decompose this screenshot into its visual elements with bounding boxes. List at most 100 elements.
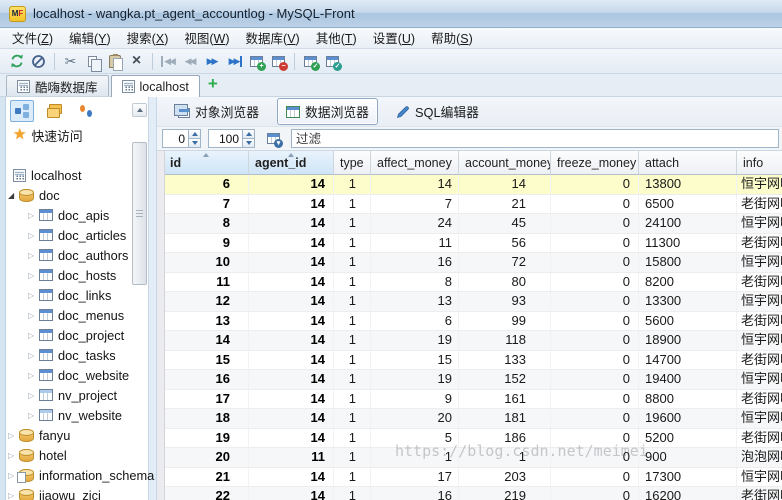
- cell-type[interactable]: 1: [334, 175, 371, 194]
- cell-freeze_money[interactable]: 0: [551, 175, 639, 194]
- cell-type[interactable]: 1: [334, 273, 371, 292]
- cell-affect_money[interactable]: 7: [371, 195, 459, 214]
- cell-freeze_money[interactable]: 0: [551, 273, 639, 292]
- copy-button[interactable]: [82, 51, 103, 72]
- cell-affect_money[interactable]: 11: [371, 234, 459, 253]
- cell-freeze_money[interactable]: 0: [551, 390, 639, 409]
- menu-item-8[interactable]: 帮助(S): [423, 26, 481, 50]
- cell-id[interactable]: 20: [164, 448, 249, 467]
- post-record-button[interactable]: ✓: [300, 51, 321, 72]
- cell-type[interactable]: 1: [334, 429, 371, 448]
- delete-button[interactable]: ×: [126, 51, 147, 72]
- offset-up-button[interactable]: [188, 129, 201, 139]
- cell-info[interactable]: 恒宇网吧: [737, 409, 782, 428]
- cell-info[interactable]: 恒宇网吧: [737, 175, 782, 194]
- cell-id[interactable]: 21: [164, 468, 249, 487]
- cell-info[interactable]: 老街网吧: [737, 487, 782, 500]
- cell-attach[interactable]: 15800: [639, 253, 737, 272]
- add-tab-button[interactable]: +: [202, 74, 224, 96]
- tree-view-button[interactable]: [10, 100, 34, 122]
- cell-account_money[interactable]: 80: [459, 273, 551, 292]
- column-header-id[interactable]: id: [164, 151, 249, 175]
- cell-attach[interactable]: 16200: [639, 487, 737, 500]
- cell-freeze_money[interactable]: 0: [551, 429, 639, 448]
- cell-account_money[interactable]: 219: [459, 487, 551, 500]
- cell-attach[interactable]: 11300: [639, 234, 737, 253]
- cell-info[interactable]: 恒宇网吧: [737, 292, 782, 311]
- prior-record-button[interactable]: ◀◀: [180, 51, 201, 72]
- object-browser-button[interactable]: 对象浏览器: [165, 98, 268, 125]
- tree-item-doc_menus[interactable]: ▷doc_menus: [6, 305, 148, 325]
- cell-info[interactable]: 老街网吧: [737, 273, 782, 292]
- tree-item-information_schema[interactable]: ▷information_schema: [6, 465, 148, 485]
- cell-agent_id[interactable]: 14: [249, 370, 334, 389]
- limit-input[interactable]: [208, 129, 242, 148]
- column-header-affect_money[interactable]: affect_money: [371, 151, 459, 175]
- delete-record-button[interactable]: −: [268, 51, 289, 72]
- cell-affect_money[interactable]: 5: [371, 429, 459, 448]
- menu-item-1[interactable]: 文件(Z): [4, 26, 61, 50]
- tree-item-doc_links[interactable]: ▷doc_links: [6, 285, 148, 305]
- cell-account_money[interactable]: 152: [459, 370, 551, 389]
- collapse-arrow-icon[interactable]: ▷: [28, 271, 39, 280]
- cell-affect_money[interactable]: 6: [371, 312, 459, 331]
- table-row[interactable]: 1314169905600老街网吧: [164, 312, 782, 332]
- cell-affect_money[interactable]: 13: [371, 292, 459, 311]
- sidebar-scrollbar[interactable]: [132, 103, 147, 500]
- cell-freeze_money[interactable]: 0: [551, 351, 639, 370]
- collapse-arrow-icon[interactable]: ▷: [28, 411, 39, 420]
- column-header-agent_id[interactable]: agent_id: [249, 151, 334, 175]
- cell-info[interactable]: 老街网吧: [737, 312, 782, 331]
- cell-affect_money[interactable]: 8: [371, 273, 459, 292]
- cell-freeze_money[interactable]: 0: [551, 409, 639, 428]
- table-row[interactable]: 1114188008200老街网吧: [164, 273, 782, 293]
- session-tab-2[interactable]: localhost: [111, 75, 200, 97]
- last-record-button[interactable]: ▶▶: [224, 51, 245, 72]
- column-header-info[interactable]: info: [737, 151, 782, 175]
- cell-freeze_money[interactable]: 0: [551, 487, 639, 500]
- cell-attach[interactable]: 6500: [639, 195, 737, 214]
- tree-item-doc_articles[interactable]: ▷doc_articles: [6, 225, 148, 245]
- cell-agent_id[interactable]: 14: [249, 487, 334, 500]
- cell-agent_id[interactable]: 14: [249, 234, 334, 253]
- cell-agent_id[interactable]: 14: [249, 292, 334, 311]
- cell-info[interactable]: 老街网吧: [737, 429, 782, 448]
- cell-info[interactable]: 老街网吧: [737, 195, 782, 214]
- collapse-arrow-icon[interactable]: ▷: [8, 491, 19, 500]
- tree-item-doc_apis[interactable]: ▷doc_apis: [6, 205, 148, 225]
- table-row[interactable]: 81412445024100恒宇网吧: [164, 214, 782, 234]
- cell-freeze_money[interactable]: 0: [551, 292, 639, 311]
- cell-id[interactable]: 19: [164, 429, 249, 448]
- tree-item-doc_authors[interactable]: ▷doc_authors: [6, 245, 148, 265]
- cell-info[interactable]: 泡泡网吧: [737, 448, 782, 467]
- tree-item-localhost[interactable]: localhost: [6, 165, 148, 185]
- table-row[interactable]: 1414119118018900恒宇网吧: [164, 331, 782, 351]
- cell-account_money[interactable]: 1: [459, 448, 551, 467]
- abort-button[interactable]: [28, 51, 49, 72]
- cell-type[interactable]: 1: [334, 234, 371, 253]
- sort-button[interactable]: ▾: [262, 129, 284, 149]
- menu-item-4[interactable]: 视图(W): [176, 26, 237, 50]
- cell-id[interactable]: 15: [164, 351, 249, 370]
- menu-item-7[interactable]: 设置(U): [365, 26, 423, 50]
- cell-agent_id[interactable]: 14: [249, 253, 334, 272]
- cell-id[interactable]: 22: [164, 487, 249, 500]
- cell-id[interactable]: 6: [164, 175, 249, 194]
- collapse-arrow-icon[interactable]: ▷: [28, 291, 39, 300]
- tree-item-doc_project[interactable]: ▷doc_project: [6, 325, 148, 345]
- cell-attach[interactable]: 5600: [639, 312, 737, 331]
- session-tab-1[interactable]: 酷嗨数据库: [6, 75, 109, 96]
- cell-id[interactable]: 7: [164, 195, 249, 214]
- cell-freeze_money[interactable]: 0: [551, 312, 639, 331]
- cell-attach[interactable]: 18900: [639, 331, 737, 350]
- offset-down-button[interactable]: [188, 139, 201, 148]
- cell-agent_id[interactable]: 14: [249, 273, 334, 292]
- cell-affect_money[interactable]: 19: [371, 370, 459, 389]
- tree-item-doc_hosts[interactable]: ▷doc_hosts: [6, 265, 148, 285]
- cell-affect_money[interactable]: 16: [371, 487, 459, 500]
- collapse-arrow-icon[interactable]: ▷: [8, 431, 19, 440]
- cell-account_money[interactable]: 133: [459, 351, 551, 370]
- collapse-arrow-icon[interactable]: ▷: [28, 211, 39, 220]
- scrollbar-up-button[interactable]: [132, 103, 147, 117]
- table-row[interactable]: 714172106500老街网吧: [164, 195, 782, 215]
